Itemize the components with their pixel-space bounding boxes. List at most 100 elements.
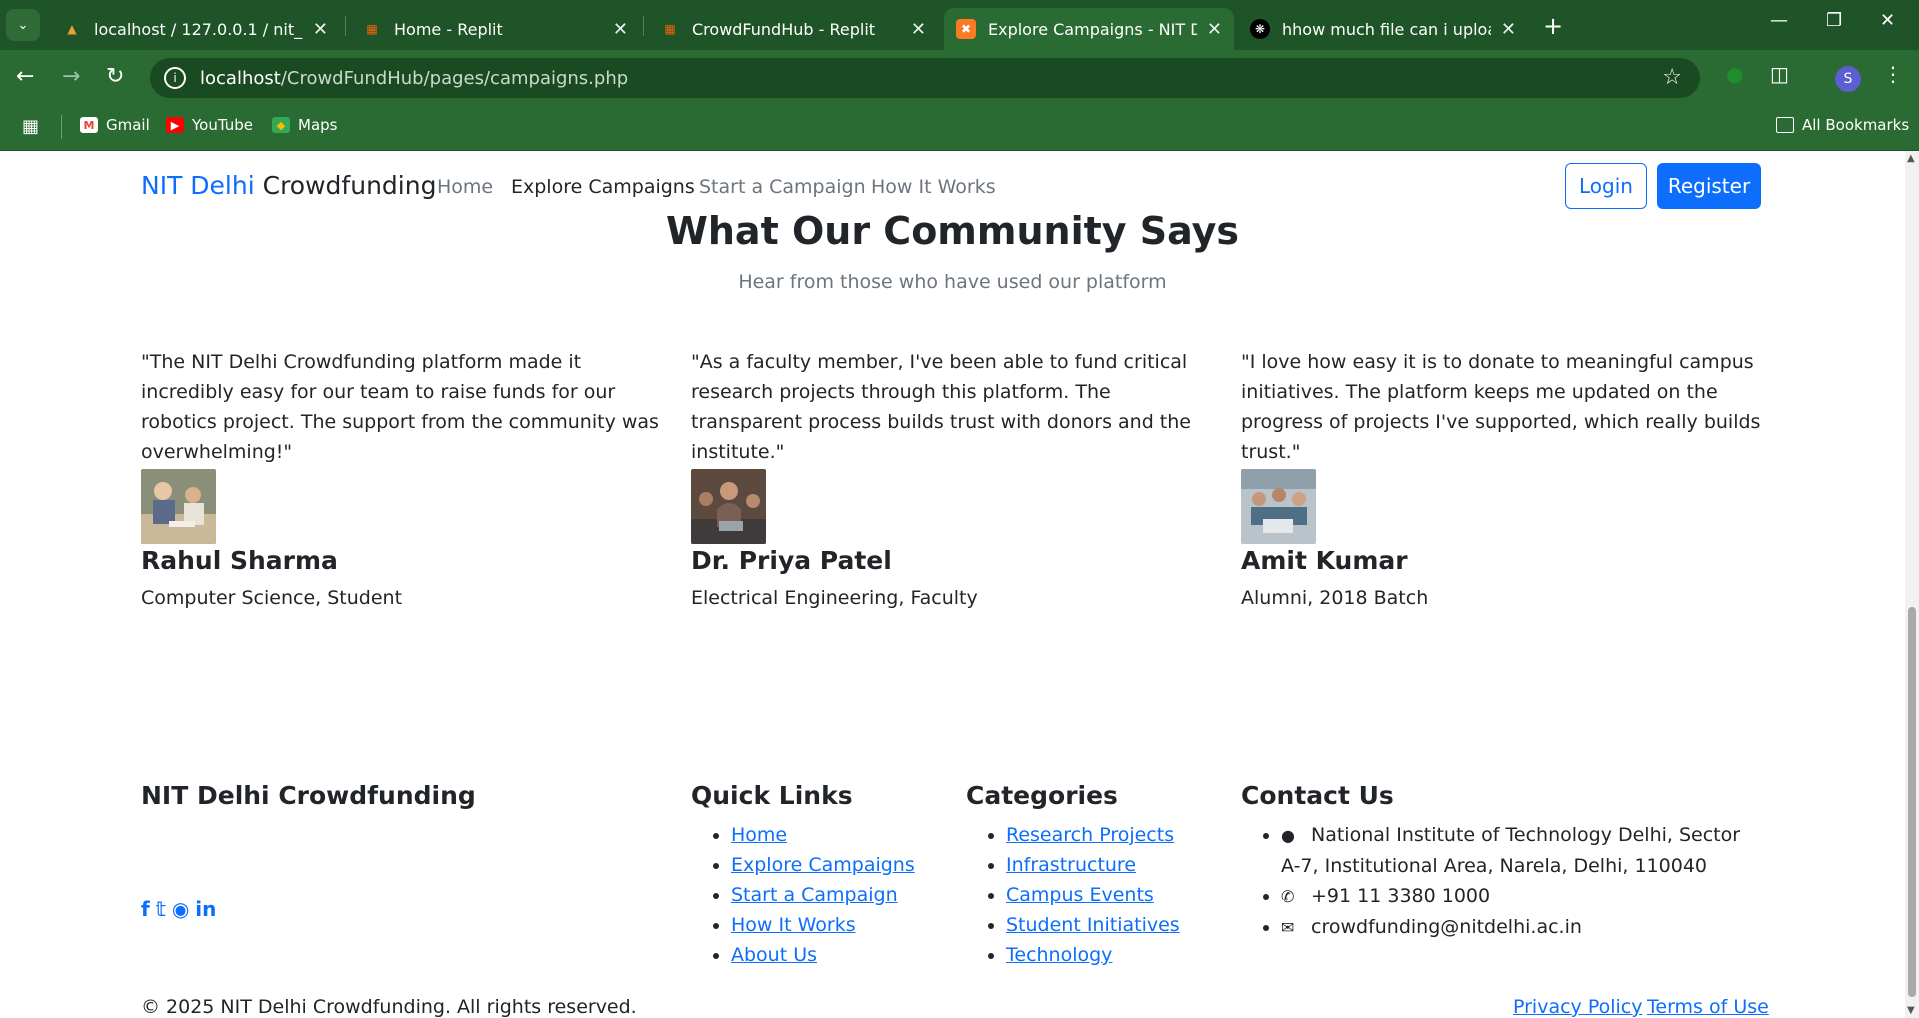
close-tab-icon[interactable]: ✕ xyxy=(613,19,628,40)
menu-dots-icon[interactable]: ⋮ xyxy=(1883,62,1903,86)
contact-title: Contact Us xyxy=(1241,781,1394,810)
testimonials-title: What Our Community Says xyxy=(665,209,1240,253)
category-link-campus-events[interactable]: Campus Events xyxy=(1006,884,1154,906)
privacy-policy-link[interactable]: Privacy Policy xyxy=(1513,996,1642,1018)
bookmark-gmail[interactable]: M Gmail xyxy=(80,116,150,134)
testimonial-role: Electrical Engineering, Faculty xyxy=(691,587,978,609)
restore-icon[interactable]: ❐ xyxy=(1826,10,1842,31)
testimonials-subtitle: Hear from those who have used our platfo… xyxy=(738,271,1167,293)
testimonial-photo xyxy=(1241,469,1316,544)
url-text[interactable]: localhost/CrowdFundHub/pages/campaigns.p… xyxy=(200,68,628,89)
minimize-icon[interactable]: — xyxy=(1770,10,1788,31)
new-tab-button[interactable]: + xyxy=(1543,12,1563,40)
tab-search-button[interactable]: ⌄ xyxy=(6,9,40,41)
twitter-icon[interactable]: 𝕥 xyxy=(156,897,166,921)
instagram-icon[interactable]: ◉ xyxy=(172,897,189,921)
reload-icon[interactable]: ↻ xyxy=(106,64,124,89)
list-item: How It Works xyxy=(731,910,915,940)
replit-icon: ▦ xyxy=(664,22,676,36)
testimonial-name: Dr. Priya Patel xyxy=(691,546,892,575)
scrollbar-thumb[interactable] xyxy=(1908,607,1916,997)
category-link-technology[interactable]: Technology xyxy=(1006,944,1112,966)
back-icon[interactable]: ← xyxy=(16,64,34,89)
close-tab-icon[interactable]: ✕ xyxy=(313,19,328,40)
testimonial-quote: "I love how easy it is to donate to mean… xyxy=(1241,351,1761,463)
facebook-icon[interactable]: f xyxy=(141,897,150,921)
social-links: f 𝕥 ◉ in xyxy=(141,897,216,921)
terms-of-use-link[interactable]: Terms of Use xyxy=(1647,996,1769,1018)
extensions-puzzle-icon[interactable]: ◫ xyxy=(1770,62,1789,86)
tab-crowdfundhub-replit[interactable]: ▦ CrowdFundHub - Replit ✕ xyxy=(648,8,938,50)
forward-icon[interactable]: → xyxy=(62,64,80,89)
close-tab-icon[interactable]: ✕ xyxy=(1501,19,1516,40)
testimonial-role: Alumni, 2018 Batch xyxy=(1241,587,1429,609)
bookmark-maps[interactable]: ◆ Maps xyxy=(272,116,337,134)
xampp-icon: ✖ xyxy=(956,19,976,39)
phone-icon: ✆ xyxy=(1281,887,1295,906)
scroll-up-icon[interactable]: ▲ xyxy=(1907,153,1915,164)
site-brand[interactable]: NIT Delhi Crowdfunding xyxy=(141,171,436,200)
extension-leaf-icon[interactable]: ● xyxy=(1726,62,1743,86)
youtube-icon: ▶ xyxy=(166,117,184,133)
contact-list: ●National Institute of Technology Delhi,… xyxy=(1241,820,1761,943)
address-bar[interactable]: i localhost/CrowdFundHub/pages/campaigns… xyxy=(150,58,1700,98)
contact-email: ✉crowdfunding@nitdelhi.ac.in xyxy=(1281,912,1761,943)
quick-links-title: Quick Links xyxy=(691,781,853,810)
list-item: Technology xyxy=(1006,940,1180,970)
close-tab-icon[interactable]: ✕ xyxy=(911,19,926,40)
nav-home[interactable]: Home xyxy=(437,176,493,198)
list-item: Start a Campaign xyxy=(731,880,915,910)
list-item: Infrastructure xyxy=(1006,850,1180,880)
categories-title: Categories xyxy=(966,781,1118,810)
page-scrollbar[interactable]: ▲ ▼ xyxy=(1905,151,1919,1018)
tab-phpmyadmin[interactable]: ▲ localhost / 127.0.0.1 / nit_delhi_ ✕ xyxy=(50,8,340,50)
category-link-research[interactable]: Research Projects xyxy=(1006,824,1174,846)
tab-chatgpt[interactable]: ❋ hhow much file can i upload as ✕ xyxy=(1238,8,1528,50)
tab-strip: ⌄ ▲ localhost / 127.0.0.1 / nit_delhi_ ✕… xyxy=(0,0,1919,50)
footer-link-about-us[interactable]: About Us xyxy=(731,944,817,966)
testimonial-photo xyxy=(141,469,216,544)
login-button[interactable]: Login xyxy=(1565,163,1647,209)
site-info-icon[interactable]: i xyxy=(164,67,186,89)
close-window-icon[interactable]: ✕ xyxy=(1880,10,1895,31)
scroll-down-icon[interactable]: ▼ xyxy=(1907,1005,1915,1016)
footer-link-home[interactable]: Home xyxy=(731,824,787,846)
chevron-down-icon: ⌄ xyxy=(17,17,29,33)
apps-grid-icon[interactable]: ▦ xyxy=(22,116,39,137)
testimonial-card: "As a faculty member, I've been able to … xyxy=(691,347,1211,609)
phpmyadmin-icon: ▲ xyxy=(67,22,77,36)
page-viewport: NIT Delhi Crowdfunding Home Explore Camp… xyxy=(0,151,1919,1018)
bookmarks-bar: ▦ M Gmail ▶ YouTube ◆ Maps All Bookmarks xyxy=(0,106,1919,151)
category-link-infrastructure[interactable]: Infrastructure xyxy=(1006,854,1136,876)
folder-icon xyxy=(1776,117,1794,133)
close-tab-icon[interactable]: ✕ xyxy=(1207,19,1222,40)
testimonial-card: "I love how easy it is to donate to mean… xyxy=(1241,347,1761,609)
bookmark-youtube[interactable]: ▶ YouTube xyxy=(166,116,253,134)
nav-explore-campaigns[interactable]: Explore Campaigns xyxy=(511,176,695,198)
register-button[interactable]: Register xyxy=(1657,163,1761,209)
chatgpt-icon: ❋ xyxy=(1250,19,1270,39)
tab-home-replit[interactable]: ▦ Home - Replit ✕ xyxy=(350,8,640,50)
profile-avatar[interactable]: S xyxy=(1835,66,1861,92)
map-marker-icon: ● xyxy=(1281,826,1295,845)
footer-link-explore-campaigns[interactable]: Explore Campaigns xyxy=(731,854,915,876)
quick-links-list: Home Explore Campaigns Start a Campaign … xyxy=(691,820,915,970)
footer-link-how-it-works[interactable]: How It Works xyxy=(731,914,856,936)
nav-start-campaign[interactable]: Start a Campaign xyxy=(699,176,866,198)
category-link-student-initiatives[interactable]: Student Initiatives xyxy=(1006,914,1180,936)
maps-icon: ◆ xyxy=(272,117,290,133)
footer-link-start-campaign[interactable]: Start a Campaign xyxy=(731,884,898,906)
list-item: About Us xyxy=(731,940,915,970)
testimonial-name: Rahul Sharma xyxy=(141,546,338,575)
list-item: Explore Campaigns xyxy=(731,850,915,880)
list-item: Student Initiatives xyxy=(1006,910,1180,940)
linkedin-icon[interactable]: in xyxy=(195,897,216,921)
testimonial-quote: "As a faculty member, I've been able to … xyxy=(691,351,1191,463)
nav-how-it-works[interactable]: How It Works xyxy=(871,176,996,198)
testimonial-role: Computer Science, Student xyxy=(141,587,403,609)
list-item: Home xyxy=(731,820,915,850)
bookmark-star-icon[interactable]: ☆ xyxy=(1662,65,1682,90)
all-bookmarks-button[interactable]: All Bookmarks xyxy=(1776,116,1909,134)
testimonial-quote: "The NIT Delhi Crowdfunding platform mad… xyxy=(141,351,659,463)
tab-explore-campaigns[interactable]: ✖ Explore Campaigns - NIT Delhi C ✕ xyxy=(944,8,1234,50)
